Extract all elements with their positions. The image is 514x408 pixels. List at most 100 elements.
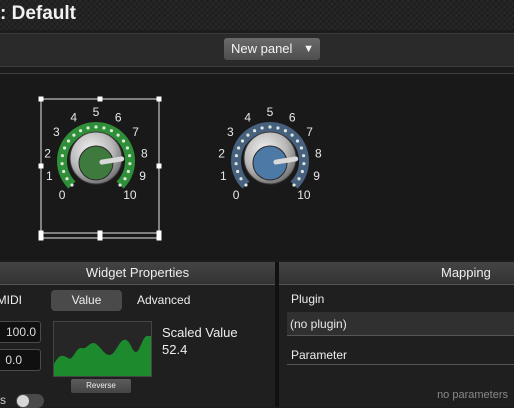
panel-select-label: New panel — [231, 41, 293, 56]
knob-tick-label: 3 — [53, 125, 60, 139]
knob-dot — [240, 139, 245, 143]
knob-dot — [299, 146, 304, 150]
mapping-header: Mapping — [279, 262, 514, 285]
knob-dot — [297, 177, 301, 181]
resize-handle — [156, 235, 162, 241]
tab-midi[interactable]: MIDI — [0, 290, 22, 311]
chevron-down-icon: ▼ — [303, 43, 314, 55]
knob-tick-label: 2 — [44, 146, 51, 160]
max-value-field[interactable]: 100.0 — [0, 321, 41, 343]
knob-dot — [118, 183, 122, 187]
parameter-divider — [287, 364, 514, 365]
knob-dot — [234, 154, 239, 158]
knob-tick-label: 7 — [306, 125, 313, 139]
toggle-switch[interactable] — [16, 394, 44, 408]
knob-dot — [300, 169, 304, 174]
toggle-switch-thumb — [17, 395, 29, 407]
knob-tick-label: 0 — [233, 188, 240, 202]
knob-dot — [276, 126, 280, 130]
widget-properties-title: Widget Properties — [85, 265, 190, 280]
knob-dot — [60, 154, 65, 158]
knob-tick-label: 4 — [244, 110, 251, 124]
knob-dot — [234, 162, 238, 166]
min-value-text: 0.0 — [5, 353, 22, 367]
title-bar: : Default — [0, 0, 514, 30]
knob-tick-label: 6 — [115, 110, 122, 124]
value-curve-graph[interactable] — [53, 321, 152, 377]
knob-tick-label: 9 — [139, 169, 146, 183]
knob-dot — [109, 129, 114, 133]
resize-handle — [156, 230, 162, 236]
resize-handle — [97, 96, 103, 102]
window-title: : Default — [0, 3, 76, 24]
resize-handle — [38, 163, 44, 169]
mapping-title: Mapping — [441, 265, 491, 280]
knob-dot — [66, 139, 71, 143]
tab-advanced[interactable]: Advanced — [137, 290, 190, 311]
curve-graph — [54, 335, 151, 376]
knob-dot — [72, 133, 76, 137]
knob-pointer — [99, 156, 125, 165]
knob-dot — [283, 129, 288, 133]
knob-dot — [301, 154, 306, 158]
knob-dot — [123, 177, 127, 181]
knob-dot — [65, 177, 69, 181]
knob-pointer — [273, 156, 299, 165]
knob-dot — [62, 169, 66, 174]
knob-dot — [244, 183, 248, 187]
knob-dot — [290, 133, 294, 137]
knob-dot — [102, 126, 106, 130]
scaled-value-label: Scaled Value — [162, 325, 238, 340]
knob-dot — [260, 126, 264, 130]
parameter-label: Parameter — [291, 348, 348, 362]
knob-tick-label: 9 — [313, 169, 320, 183]
knob-tick-label: 8 — [315, 146, 322, 160]
value-curve-fill — [54, 335, 151, 376]
resize-handle — [156, 163, 162, 169]
tab-value[interactable]: Value — [51, 290, 122, 311]
knob-tick-label: 0 — [59, 188, 66, 202]
knob-dot — [121, 139, 126, 143]
knob-dot — [239, 177, 243, 181]
resize-handle — [97, 235, 103, 241]
knob-dot — [127, 154, 132, 158]
knob-dot — [62, 146, 67, 150]
knob-dot — [94, 125, 98, 129]
panel-canvas[interactable]: 0 1 2 3 4 5 6 7 8 9 10 0 1 2 3 4 5 6 7 8 9 10 — [0, 73, 514, 260]
knob-tick-label: 2 — [218, 146, 225, 160]
reverse-button[interactable]: Reverse — [71, 379, 131, 393]
knob-dot — [268, 125, 272, 129]
plugin-select[interactable]: (no plugin) — [287, 312, 514, 336]
resize-handle — [97, 230, 103, 236]
knob-dot — [292, 183, 296, 187]
tab-midi-label: MIDI — [0, 293, 22, 307]
knob-dot — [125, 146, 130, 150]
plugin-label: Plugin — [291, 292, 325, 306]
knob-dot — [78, 129, 83, 133]
knob-dot — [302, 162, 306, 166]
knob-tick-label: 5 — [93, 105, 100, 119]
knob-tick-label: 1 — [46, 169, 53, 183]
knob-dot — [60, 162, 64, 166]
resize-handle — [38, 230, 44, 236]
knob-dot — [236, 146, 241, 150]
widget-properties-header: Widget Properties — [0, 262, 275, 285]
knob-tick-label: 5 — [267, 105, 274, 119]
scaled-value: 52.4 — [162, 342, 188, 357]
knob-dot — [128, 162, 132, 166]
knob-canvas: 01234 5 678910 01234 5 678910 — [38, 96, 322, 241]
knob-dot — [86, 126, 90, 130]
knob-tick-label: 8 — [141, 146, 148, 160]
knob-dot — [236, 169, 240, 174]
knob-dot — [116, 133, 120, 137]
resize-handle — [38, 96, 44, 102]
knob-dot — [70, 183, 74, 187]
knob-tick-label: 4 — [70, 110, 77, 124]
no-parameters-text: no parameters — [437, 389, 508, 401]
knob-tick-label: 10 — [297, 188, 311, 202]
knob-tick-label: 10 — [123, 188, 137, 202]
knob-dot — [252, 129, 257, 133]
mapping-panel: Plugin (no plugin) Parameter no paramete… — [279, 285, 514, 407]
min-value-field[interactable]: 0.0 — [0, 349, 41, 371]
panel-select-dropdown[interactable]: New panel ▼ — [224, 38, 320, 60]
